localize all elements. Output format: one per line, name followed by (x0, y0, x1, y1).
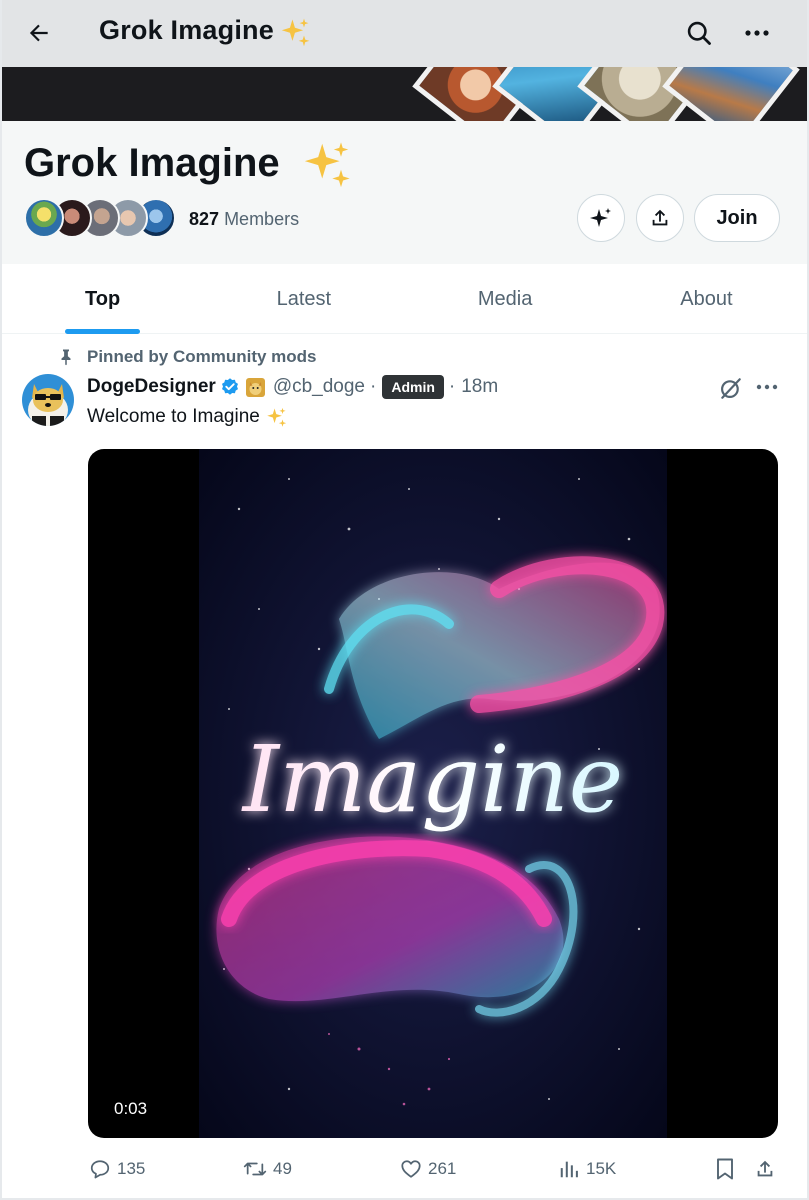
more-horizontal-icon[interactable] (742, 20, 772, 46)
community-tabs: Top Latest Media About (2, 264, 807, 334)
separator-dot: · (370, 376, 377, 397)
grok-icon[interactable] (718, 375, 744, 401)
banner-image-interior (662, 67, 800, 121)
pinned-indicator: Pinned by Community mods (57, 346, 317, 368)
member-avatars[interactable] (24, 198, 176, 240)
reply-icon (90, 1160, 110, 1179)
avatar[interactable] (22, 374, 74, 426)
like-button[interactable]: 261 (400, 1156, 456, 1182)
tab-about[interactable]: About (606, 264, 807, 333)
members-count[interactable]: 827 Members (189, 209, 299, 230)
video-duration: 0:03 (114, 1099, 148, 1118)
share-icon (652, 209, 668, 226)
more-horizontal-icon[interactable] (754, 376, 780, 398)
post-header: DogeDesigner @cb_doge · Admin · 18m (87, 374, 498, 400)
join-button[interactable]: Join (694, 194, 780, 242)
community-name: Grok Imagine (24, 141, 280, 185)
repost-button[interactable]: 49 (243, 1156, 292, 1182)
post-timestamp[interactable]: 18m (461, 376, 498, 398)
views-count: 15K (586, 1159, 617, 1178)
admin-badge: Admin (382, 375, 444, 399)
share-icon (757, 1160, 773, 1177)
heart-icon (401, 1160, 421, 1178)
search-icon[interactable] (685, 19, 713, 47)
tab-media[interactable]: Media (405, 264, 606, 333)
repost-icon (243, 1162, 267, 1176)
arrow-left-icon[interactable] (26, 20, 52, 46)
verified-badge-icon (221, 378, 238, 395)
repost-count: 49 (273, 1159, 292, 1178)
separator-dot: · (448, 376, 456, 397)
reply-count: 135 (117, 1159, 146, 1178)
author-handle[interactable]: @cb_doge (273, 376, 365, 398)
top-bar: Grok Imagine (2, 0, 807, 67)
post-video[interactable]: Imagine (88, 449, 778, 1138)
tab-top[interactable]: Top (2, 264, 203, 334)
author-name[interactable]: DogeDesigner (87, 376, 216, 398)
post-actions: 135 49 261 15K (0, 1152, 809, 1186)
sparkles-emoji-icon (304, 142, 350, 188)
reply-button[interactable]: 135 (89, 1156, 145, 1182)
affiliate-badge-icon (245, 377, 265, 397)
tab-latest[interactable]: Latest (203, 264, 404, 333)
community-banner (2, 67, 807, 121)
video-artwork-text: Imagine (241, 726, 623, 833)
bookmark-button[interactable] (714, 1156, 742, 1182)
pin-icon (61, 349, 71, 366)
doge-avatar-image (22, 374, 74, 426)
views-button[interactable]: 15K (558, 1156, 616, 1182)
like-count: 261 (428, 1159, 457, 1178)
sparkles-emoji-icon (267, 407, 287, 427)
bookmark-icon (717, 1158, 733, 1180)
post-text-body: Welcome to Imagine (87, 406, 260, 427)
share-button[interactable] (636, 194, 684, 242)
sparkle-icon (590, 208, 611, 227)
sparkles-emoji-icon (281, 18, 310, 47)
views-icon (560, 1161, 578, 1178)
page-title: Grok Imagine (99, 15, 274, 45)
video-frame-image: Imagine (199, 449, 667, 1138)
community-header: Grok Imagine 827 Members Join (2, 121, 807, 264)
grok-button[interactable] (577, 194, 625, 242)
share-post-button[interactable] (754, 1156, 782, 1182)
pinned-label: Pinned by Community mods (87, 347, 317, 366)
member-avatar (24, 198, 64, 238)
post-text: Welcome to Imagine (87, 406, 288, 428)
